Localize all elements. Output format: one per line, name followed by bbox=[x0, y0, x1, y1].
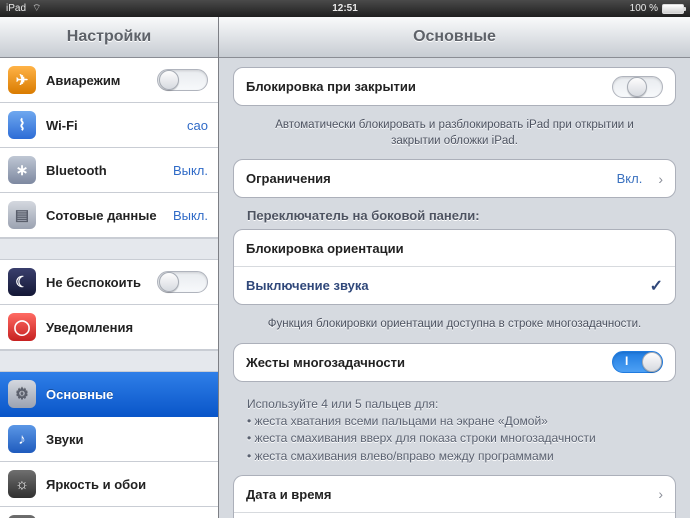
option-orientation-lock[interactable]: Блокировка ориентации bbox=[234, 230, 675, 267]
airplane-switch[interactable] bbox=[157, 69, 208, 91]
dnd-icon: ☾ bbox=[8, 268, 36, 296]
chevron-right-icon: › bbox=[658, 486, 663, 502]
sidebar-item-notifications[interactable]: ◯ Уведомления bbox=[0, 305, 218, 350]
sideswitch-header: Переключатель на боковой панели: bbox=[233, 208, 676, 229]
row-label: Ограничения bbox=[246, 171, 331, 186]
bluetooth-value: Выкл. bbox=[173, 163, 208, 178]
chevron-right-icon: › bbox=[658, 171, 663, 187]
sidebar-item-general[interactable]: ⚙ Основные bbox=[0, 372, 218, 417]
detail-pane: Основные Блокировка при закрытии Автомат… bbox=[219, 17, 690, 518]
sidebar-gap bbox=[0, 350, 218, 372]
sidebar-gap bbox=[0, 238, 218, 260]
option-label: Блокировка ориентации bbox=[246, 241, 404, 256]
hint-b2: • жеста смахивания вверх для показа стро… bbox=[247, 430, 672, 447]
sidebar-item-label: Звуки bbox=[46, 432, 84, 447]
gestures-switch[interactable] bbox=[612, 351, 663, 373]
group-misc: Дата и время › Клавиатура › Язык и текст… bbox=[233, 475, 676, 518]
battery-icon bbox=[662, 4, 684, 14]
sidebar-item-frame[interactable]: ❀ Цифровая фоторамка bbox=[0, 507, 218, 518]
detail-scroll[interactable]: Блокировка при закрытии Автоматически бл… bbox=[219, 58, 690, 518]
cellular-icon: ▤ bbox=[8, 201, 36, 229]
sidebar-item-label: Авиарежим bbox=[46, 73, 120, 88]
sidebar-item-label: Уведомления bbox=[46, 320, 133, 335]
detail-title: Основные bbox=[219, 17, 690, 58]
wifi-status-icon: ⌔ bbox=[32, 2, 41, 15]
general-icon: ⚙ bbox=[8, 380, 36, 408]
sidebar-item-bluetooth[interactable]: ∗ Bluetooth Выкл. bbox=[0, 148, 218, 193]
group-restrictions: Ограничения Вкл. › bbox=[233, 159, 676, 198]
bluetooth-icon: ∗ bbox=[8, 156, 36, 184]
group-lockcover: Блокировка при закрытии bbox=[233, 67, 676, 106]
sidebar-item-label: Основные bbox=[46, 387, 113, 402]
sidebar-item-cellular[interactable]: ▤ Сотовые данные Выкл. bbox=[0, 193, 218, 238]
gestures-hint: Используйте 4 или 5 пальцев для: • жеста… bbox=[233, 392, 676, 476]
sidebar-item-airplane[interactable]: ✈ Авиарежим bbox=[0, 58, 218, 103]
sidebar-item-label: Bluetooth bbox=[46, 163, 107, 178]
row-date-time[interactable]: Дата и время › bbox=[234, 476, 675, 513]
sidebar-item-sounds[interactable]: ♪ Звуки bbox=[0, 417, 218, 462]
sidebar-title: Настройки bbox=[0, 17, 218, 58]
status-bar: iPad ⌔ 12:51 100 % bbox=[0, 0, 690, 17]
row-label: Блокировка при закрытии bbox=[246, 79, 416, 94]
lock-cover-switch[interactable] bbox=[612, 76, 663, 98]
notifications-icon: ◯ bbox=[8, 313, 36, 341]
row-label: Дата и время bbox=[246, 487, 332, 502]
hint-b3: • жеста смахивания влево/вправо между пр… bbox=[247, 448, 672, 465]
sounds-icon: ♪ bbox=[8, 425, 36, 453]
sideswitch-note: Функция блокировки ориентации доступна в… bbox=[233, 315, 676, 343]
option-mute[interactable]: Выключение звука bbox=[234, 267, 675, 304]
battery-percent: 100 % bbox=[630, 3, 658, 14]
sidebar-item-label: Не беспокоить bbox=[46, 275, 141, 290]
wifi-icon: ⌇ bbox=[8, 111, 36, 139]
device-label: iPad bbox=[6, 3, 26, 14]
status-time: 12:51 bbox=[332, 3, 358, 14]
dnd-switch[interactable] bbox=[157, 271, 208, 293]
hint-lead: Используйте 4 или 5 пальцев для: bbox=[247, 396, 672, 413]
wifi-value: cao bbox=[187, 118, 208, 133]
row-label: Жесты многозадачности bbox=[246, 355, 405, 370]
cellular-value: Выкл. bbox=[173, 208, 208, 223]
group-gestures: Жесты многозадачности bbox=[233, 343, 676, 382]
sidebar-item-dnd[interactable]: ☾ Не беспокоить bbox=[0, 260, 218, 305]
row-restrictions[interactable]: Ограничения Вкл. › bbox=[234, 160, 675, 197]
settings-sidebar: Настройки ✈ Авиарежим ⌇ Wi-Fi cao ∗ Blue… bbox=[0, 17, 219, 518]
sidebar-item-brightness[interactable]: ☼ Яркость и обои bbox=[0, 462, 218, 507]
option-label: Выключение звука bbox=[246, 278, 369, 293]
sidebar-item-label: Сотовые данные bbox=[46, 208, 157, 223]
brightness-icon: ☼ bbox=[8, 470, 36, 498]
hint-b1: • жеста хватания всеми пальцами на экран… bbox=[247, 413, 672, 430]
lock-cover-note: Автоматически блокировать и разблокирова… bbox=[233, 116, 676, 159]
sidebar-item-wifi[interactable]: ⌇ Wi-Fi cao bbox=[0, 103, 218, 148]
row-keyboard[interactable]: Клавиатура › bbox=[234, 513, 675, 518]
airplane-icon: ✈ bbox=[8, 66, 36, 94]
row-lock-cover[interactable]: Блокировка при закрытии bbox=[234, 68, 675, 105]
group-sideswitch: Блокировка ориентации Выключение звука bbox=[233, 229, 676, 305]
sidebar-item-label: Яркость и обои bbox=[46, 477, 146, 492]
row-multitask-gestures[interactable]: Жесты многозадачности bbox=[234, 344, 675, 381]
restrictions-value: Вкл. bbox=[617, 171, 643, 186]
sidebar-item-label: Wi-Fi bbox=[46, 118, 78, 133]
sidebar-list[interactable]: ✈ Авиарежим ⌇ Wi-Fi cao ∗ Bluetooth Выкл… bbox=[0, 58, 218, 518]
